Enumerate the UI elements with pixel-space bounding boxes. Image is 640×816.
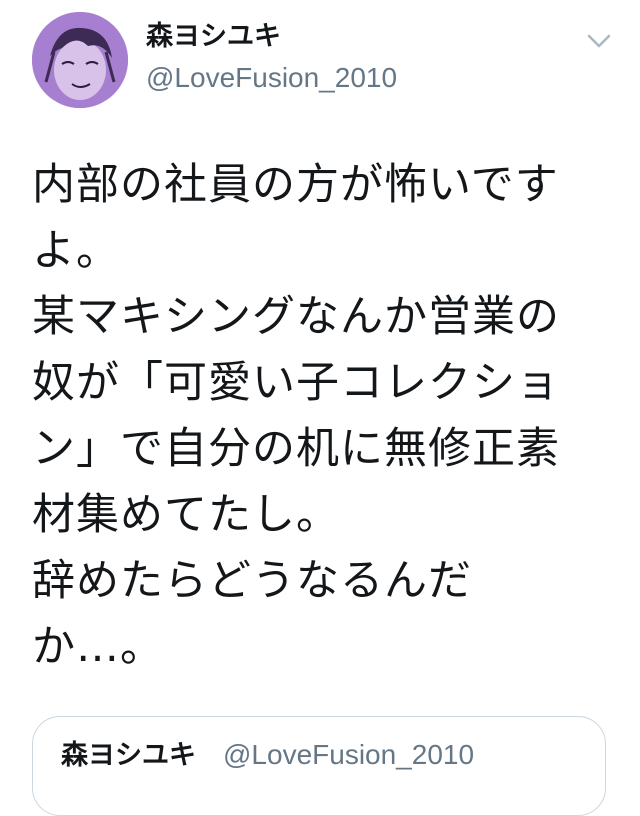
quoted-display-name: 森ヨシユキ bbox=[61, 740, 196, 771]
chevron-down-icon[interactable] bbox=[586, 30, 612, 52]
tweet-header: 森ヨシユキ @LoveFusion_2010 bbox=[0, 0, 640, 120]
avatar-drawing bbox=[32, 12, 128, 108]
user-handle[interactable]: @LoveFusion_2010 bbox=[146, 60, 397, 96]
tweet-text: 内部の社員の方が怖いです よ。 某マキシングなんか営業の 奴が「可愛い子コレクシ… bbox=[32, 160, 560, 672]
quoted-user-handle: @LoveFusion_2010 bbox=[223, 739, 475, 770]
avatar[interactable] bbox=[32, 12, 128, 108]
display-name[interactable]: 森ヨシユキ bbox=[146, 20, 281, 54]
quoted-tweet-card[interactable]: 森ヨシユキ @LoveFusion_2010 bbox=[32, 716, 606, 816]
